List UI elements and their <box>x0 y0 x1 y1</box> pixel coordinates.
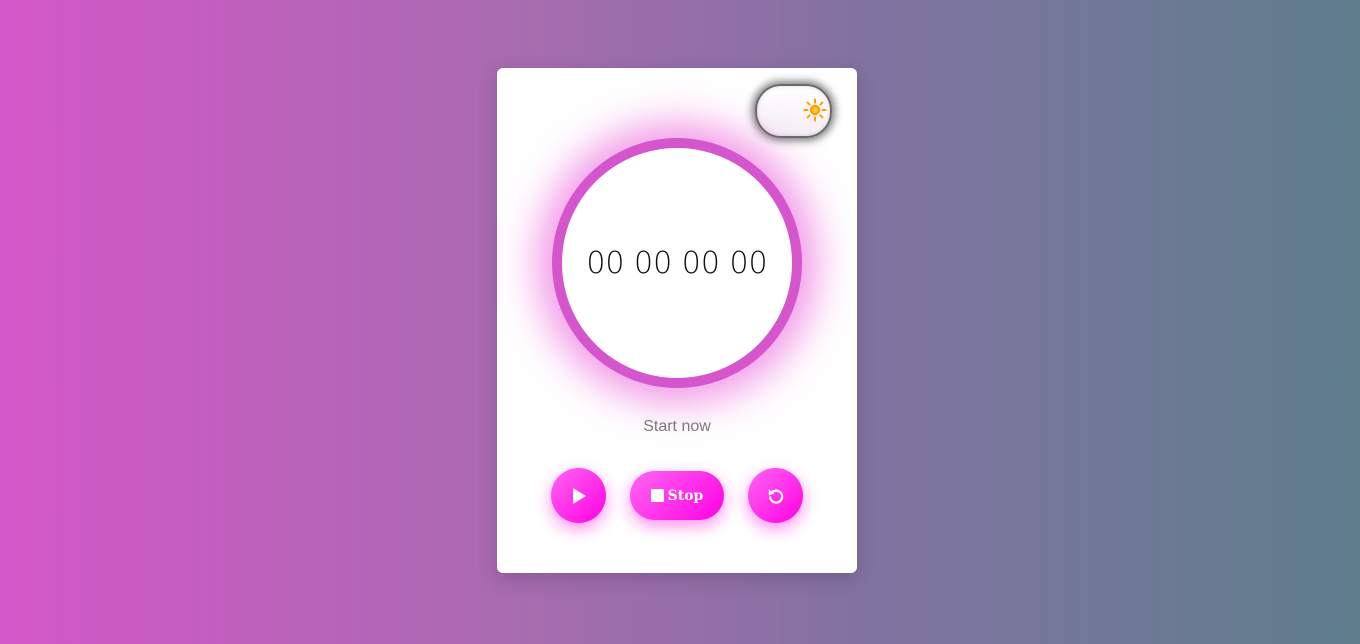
sun-icon <box>803 98 827 122</box>
stop-button[interactable]: Stop <box>630 471 724 520</box>
stop-square-icon <box>650 489 664 502</box>
play-icon <box>572 487 586 504</box>
status-text: Start now <box>643 418 711 435</box>
stopwatch-card: 00 00 00 00 Start now Stop <box>497 68 857 573</box>
stop-label: Stop <box>667 487 704 504</box>
reset-button[interactable] <box>748 468 803 523</box>
play-button[interactable] <box>551 468 606 523</box>
reset-icon <box>768 488 783 504</box>
clock-face: 00 00 00 00 <box>562 148 792 378</box>
theme-toggle[interactable] <box>755 84 832 138</box>
clock-ring: 00 00 00 00 <box>552 138 802 388</box>
time-display: 00 00 00 00 <box>586 245 768 281</box>
